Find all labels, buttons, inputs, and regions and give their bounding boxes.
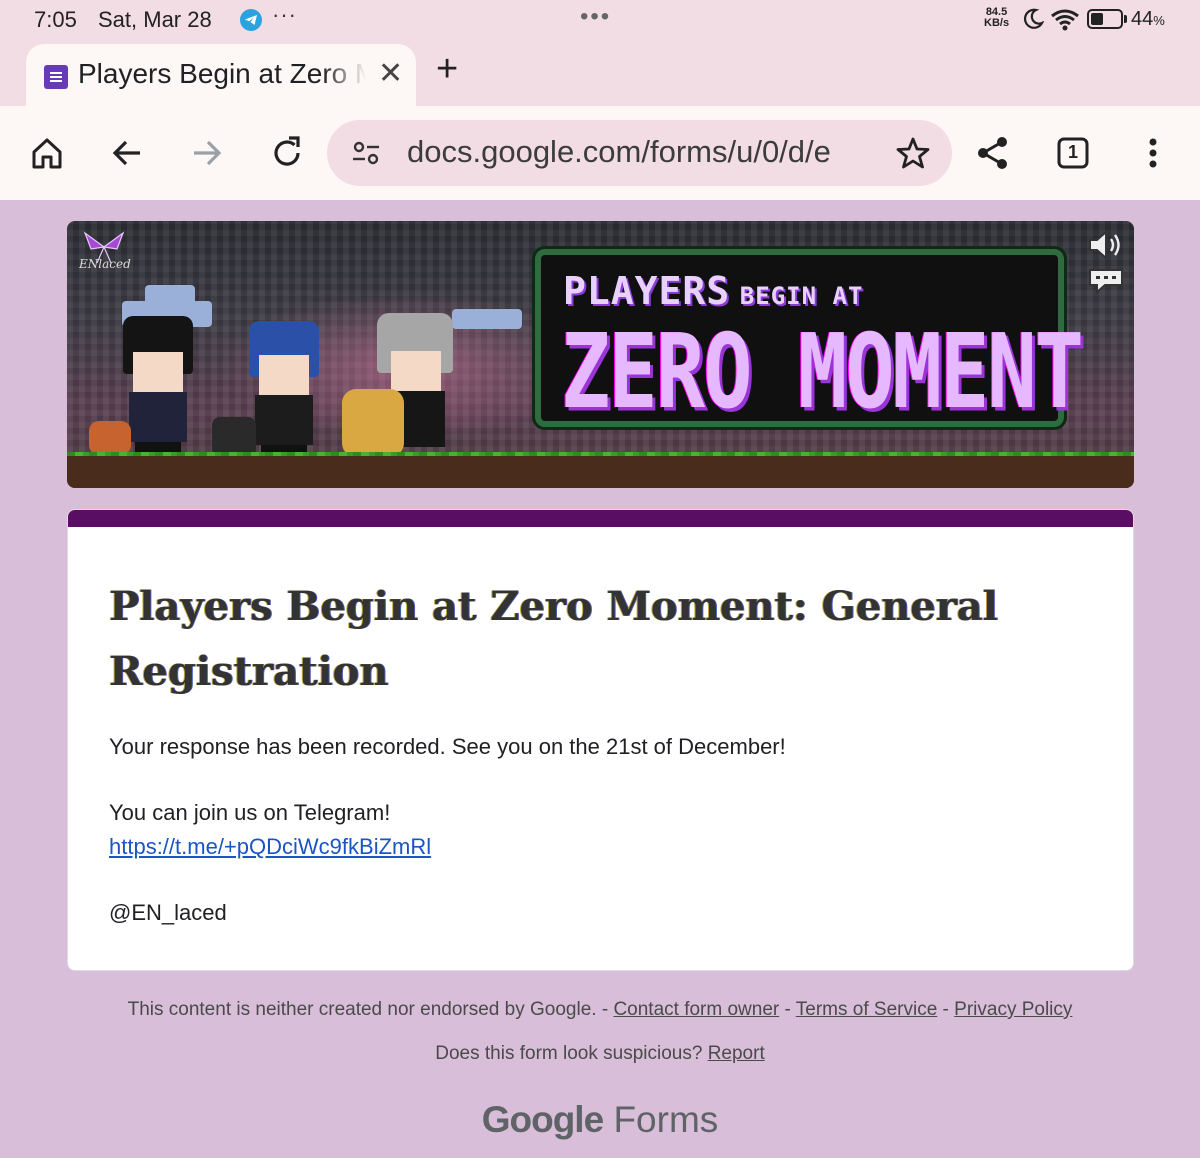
battery-icon [1087,9,1123,29]
title-players: PLAYERS [563,269,731,313]
chat-bubble-icon[interactable] [1087,267,1125,300]
cat-pixel [212,417,256,457]
share-icon [978,137,1007,169]
status-bar: 7:05 Sat, Mar 28 ··· ••• 84.5 KB/s 44% [0,0,1200,42]
card-accent-bar [68,510,1133,527]
date: Sat, Mar 28 [98,7,212,32]
confirmation-message: Your response has been recorded. See you… [109,734,786,759]
url-text[interactable]: docs.google.com/forms/u/0/d/e [407,134,862,170]
battery-tip [1124,15,1127,23]
form-header-banner: ENlaced PLAYERS BEGIN AT ZERO MOMENT [67,221,1134,488]
network-speed-unit: KB/s [984,17,1010,29]
telegram-icon [240,9,262,31]
tab-title: Players Begin at Zero Moment: General Re… [78,58,366,89]
hamster-pixel [89,421,131,455]
title-zero-moment: ZERO MOMENT [561,313,1084,432]
tab-active[interactable]: Players Begin at Zero Moment: General Re… [26,44,416,106]
privacy-link[interactable]: Privacy Policy [954,999,1072,1020]
reload-button[interactable] [267,133,307,173]
google-forms-icon [44,65,68,89]
battery-percent-value: 44 [1131,8,1154,30]
browser-toolbar: docs.google.com/forms/u/0/d/e 1 [0,106,1200,200]
network-speed: 84.5 KB/s [984,7,1009,29]
notification-overflow-icon: ··· [272,2,297,27]
menu-button[interactable] [1133,133,1173,173]
arrow-right-icon [194,140,222,166]
handle-text: @EN_laced [109,900,227,925]
forward-button[interactable] [187,133,227,173]
speaker-icon[interactable] [1087,229,1125,266]
confirmation-card: Players Begin at Zero Moment: General Re… [67,509,1134,971]
address-bar[interactable]: docs.google.com/forms/u/0/d/e [327,120,952,186]
tab-strip: Players Begin at Zero Moment: General Re… [0,42,1200,106]
footer-separator: - [596,999,614,1020]
battery-percent-symbol: % [1153,13,1165,28]
back-button[interactable] [107,133,147,173]
disclaimer-text: This content is neither created nor endo… [127,999,597,1020]
report-link[interactable]: Report [708,1043,765,1064]
status-center-dots: ••• [580,3,612,30]
home-button[interactable] [27,133,67,173]
arrow-left-icon [112,140,140,166]
contact-owner-link[interactable]: Contact form owner [613,999,779,1020]
moon-icon [1022,8,1045,35]
footer-disclaimer: This content is neither created nor endo… [0,999,1200,1021]
title-begin-at: BEGIN AT [739,282,864,310]
reload-icon [274,136,300,166]
footer-report: Does this form look suspicious? Report [0,1043,1200,1065]
new-tab-button[interactable]: + [436,48,458,91]
telegram-link[interactable]: https://t.me/+pQDciWc9fkBiZmRl [109,834,431,860]
site-settings-icon[interactable] [351,140,381,171]
game-title-panel: PLAYERS BEGIN AT ZERO MOMENT [535,249,1084,432]
share-button[interactable] [973,133,1013,173]
google-forms-logo[interactable]: Google Forms [0,1099,1200,1141]
dog-pixel [342,389,404,457]
footer-separator: - [937,999,955,1020]
form-title: Players Begin at Zero Moment: General Re… [109,583,998,695]
more-vert-icon [1149,138,1157,168]
home-icon [32,138,62,169]
google-wordmark: Google [481,1099,604,1140]
forms-wordmark: Forms [613,1099,719,1140]
logo-text: ENlaced [79,257,131,271]
tab-switcher-button[interactable]: 1 [1053,133,1093,173]
tab-count: 1 [1067,142,1078,162]
battery-percent: 44% [1131,8,1165,31]
clock: 7:05 [34,7,77,32]
telegram-invite-text: You can join us on Telegram! [109,800,391,825]
wifi-icon [1050,8,1080,37]
enlaced-logo [77,229,131,283]
tab-close-button[interactable]: ✕ [378,56,403,91]
suspicious-text: Does this form look suspicious? [435,1043,703,1064]
terms-link[interactable]: Terms of Service [796,999,937,1020]
battery-fill [1091,13,1103,25]
star-icon[interactable] [895,135,931,176]
footer-separator: - [779,999,796,1020]
